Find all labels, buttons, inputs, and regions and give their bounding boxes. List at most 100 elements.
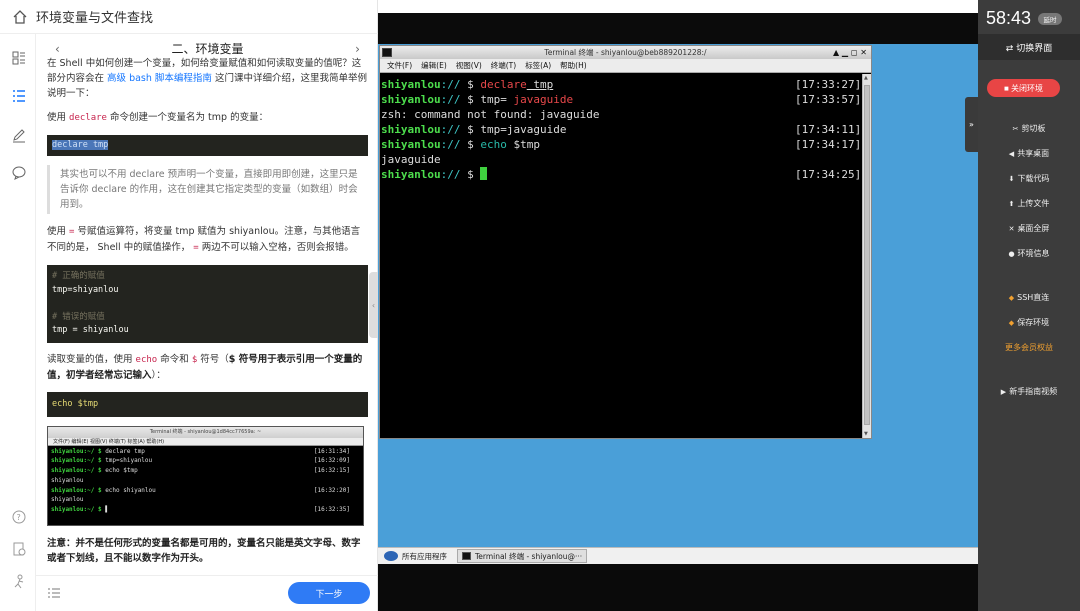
help-icon[interactable]: ? [11, 509, 27, 525]
terminal-scrollbar[interactable]: ▲ ▼ [862, 74, 871, 438]
terminal-menubar: 文件(F) 编辑(E) 视图(V) 终端(T) 标签(A) 帮助(H) [380, 59, 871, 73]
mini-command: tmp=shiyanlou [105, 457, 153, 465]
text: 符号（ [200, 353, 229, 365]
svg-text:?: ? [17, 513, 21, 522]
more-benefits-link[interactable]: 更多会员权益 [978, 341, 1080, 355]
text: 命令创建一个变量名为 tmp 的变量： [110, 112, 269, 123]
prompt-user: shiyanlou [381, 93, 441, 106]
prompt-user: shiyanlou [381, 78, 441, 91]
code-line: echo $tmp [52, 398, 99, 409]
scroll-thumb[interactable] [864, 85, 870, 425]
list-icon[interactable] [11, 88, 27, 104]
catalog-icon[interactable] [47, 586, 61, 600]
video-icon: ▶ [1000, 388, 1007, 396]
fullscreen-label: 桌面全屏 [1017, 224, 1050, 233]
comment-icon[interactable] [11, 165, 27, 181]
save-env-button[interactable]: ◆ 保存环境 [978, 316, 1080, 330]
prompt-user: shiyanlou [381, 138, 441, 151]
bash-guide-link[interactable]: 高级 bash 脚本编程指南 [107, 73, 212, 84]
menu-file[interactable]: 文件(F) [387, 60, 412, 71]
scroll-up-icon[interactable]: ▲ [864, 75, 868, 81]
next-section-icon[interactable]: › [347, 42, 368, 57]
terminal-line: shiyanlou:// $ declare tmp [17:33:27] [381, 77, 861, 92]
report-icon[interactable] [11, 541, 27, 557]
timestamp: [17:33:57] [795, 93, 862, 106]
mini-prompt: shiyanlou:~/ $ [51, 457, 106, 465]
mini-line: shiyanlou:~/ $ ▌ [16:32:35] [51, 505, 360, 515]
blockquote: 其实也可以不用 declare 预声明一个变量，直接即用即创建，这里只是告诉你 … [47, 165, 368, 214]
mini-line: shiyanlou:~/ $ echo $tmp [16:32:15] [51, 466, 360, 476]
switch-view-button[interactable]: ⇄ 切换界面 [978, 34, 1080, 60]
mini-body: shiyanlou:~/ $ declare tmp [16:31:34] shiy… [48, 446, 363, 517]
menu-terminal[interactable]: 终端(T) [491, 60, 516, 71]
text: 使用 [47, 112, 67, 123]
code-line: tmp = shiyanlou [52, 325, 129, 335]
clipboard-button[interactable]: ✂ 剪切板 [978, 122, 1080, 136]
menu-tabs[interactable]: 标签(A) [525, 60, 551, 71]
code-comment: # 正确的赋值 [52, 271, 105, 281]
menu-help[interactable]: 帮助(H) [560, 60, 587, 71]
scroll-down-icon[interactable]: ▼ [864, 431, 868, 437]
taskbar: 所有应用程序 Terminal 终端 - shiyanlou@··· [378, 547, 978, 564]
window-controls[interactable]: ▲ ▁ ◻ ✕ [833, 46, 867, 59]
extend-time-button[interactable]: 延时 [1038, 13, 1062, 25]
figure-icon[interactable] [11, 574, 27, 590]
mini-title-text: Terminal 终端 - shiyanlou@1d84cc77659a: ~ [149, 428, 262, 435]
collapse-panel-handle[interactable]: ‹ [369, 272, 378, 338]
prompt-symbol: $ [467, 138, 481, 151]
save-env-label: 保存环境 [1017, 318, 1050, 327]
close-env-button[interactable]: ■ 关闭环境 [987, 79, 1060, 97]
mini-timestamp: [16:32:35] [313, 506, 350, 514]
mini-command: declare tmp [105, 447, 145, 455]
terminal-icon [462, 552, 471, 560]
terminal-window[interactable]: Terminal 终端 - shiyanlou@beb889201228:/ ▲… [379, 45, 872, 439]
terminal-output[interactable]: shiyanlou:// $ declare tmp [17:33:27] shiy… [380, 74, 862, 438]
code-line: tmp=shiyanlou [52, 284, 119, 295]
timestamp: [17:33:27] [795, 78, 862, 91]
home-icon[interactable] [12, 9, 28, 25]
menu-edit[interactable]: 编辑(E) [421, 60, 447, 71]
code-block-declare: declare tmp [47, 135, 368, 156]
terminal-icon [382, 48, 392, 57]
env-control-panel: 58:43 延时 ⇄ 切换界面 ■ 关闭环境 ✂ 剪切板 ◀ 共享桌面 ⬇ 下载代码 … [978, 0, 1080, 611]
text: 读取变量的值，使用 [47, 353, 133, 365]
upload-file-button[interactable]: ⬆ 上传文件 [978, 197, 1080, 211]
prompt-path: :// [440, 138, 468, 151]
all-apps-button[interactable]: 所有应用程序 [378, 548, 453, 565]
prompt-path: :// [440, 168, 468, 181]
terminal-titlebar[interactable]: Terminal 终端 - shiyanlou@beb889201228:/ ▲… [380, 46, 871, 59]
assign-paragraph: 使用 = 号赋值运算符，将变量 tmp 赋值为 shiyanlou。注意，与其他… [47, 224, 368, 256]
scissors-icon: ✂ [1012, 125, 1019, 133]
gem-icon: ◆ [1008, 294, 1015, 302]
terminal-screenshot: Terminal 终端 - shiyanlou@1d84cc77659a: ~ … [47, 425, 364, 526]
fullscreen-button[interactable]: ✕ 桌面全屏 [978, 222, 1080, 236]
section-title: 二、环境变量 [171, 41, 244, 56]
terminal-line: shiyanlou:// $ echo $tmp [17:34:17] [381, 137, 861, 152]
menu-view[interactable]: 视图(V) [456, 60, 482, 71]
prev-section-icon[interactable]: ‹ [47, 42, 68, 57]
all-apps-label: 所有应用程序 [402, 551, 447, 561]
env-info-label: 环境信息 [1017, 249, 1050, 258]
env-info-button[interactable]: ● 环境信息 [978, 247, 1080, 261]
ssh-label: SSH直连 [1017, 293, 1050, 302]
outline-icon[interactable] [11, 50, 27, 66]
mini-title: Terminal 终端 - shiyanlou@1d84cc77659a: ~ [48, 426, 363, 438]
prompt-user: shiyanlou [381, 123, 441, 136]
ssh-button[interactable]: ◆ SSH直连 [978, 291, 1080, 305]
taskbar-terminal-item[interactable]: Terminal 终端 - shiyanlou@··· [457, 549, 588, 563]
text: 使用 [47, 226, 67, 237]
fullscreen-icon: ✕ [1008, 225, 1015, 233]
text: 两边不可以输入空格，否则会报错。 [201, 242, 354, 253]
intro-paragraph: 在 Shell 中如何创建一个变量，如何给变量赋值和如何读取变量的值呢？这部分内… [47, 56, 368, 101]
mini-prompt: shiyanlou:~/ $ [51, 486, 106, 494]
guide-video-button[interactable]: ▶ 新手指南视频 [978, 385, 1080, 399]
prompt-path: :// [440, 93, 468, 106]
command-keyword: declare [480, 78, 527, 91]
expand-toolbar-handle[interactable]: » [965, 97, 978, 152]
next-step-button[interactable]: 下一步 [288, 582, 370, 604]
text: 命令和 [160, 353, 189, 365]
pencil-icon[interactable] [11, 127, 27, 143]
download-code-button[interactable]: ⬇ 下载代码 [978, 172, 1080, 186]
terminal-line: javaguide [381, 153, 441, 166]
share-desktop-button[interactable]: ◀ 共享桌面 [978, 147, 1080, 161]
